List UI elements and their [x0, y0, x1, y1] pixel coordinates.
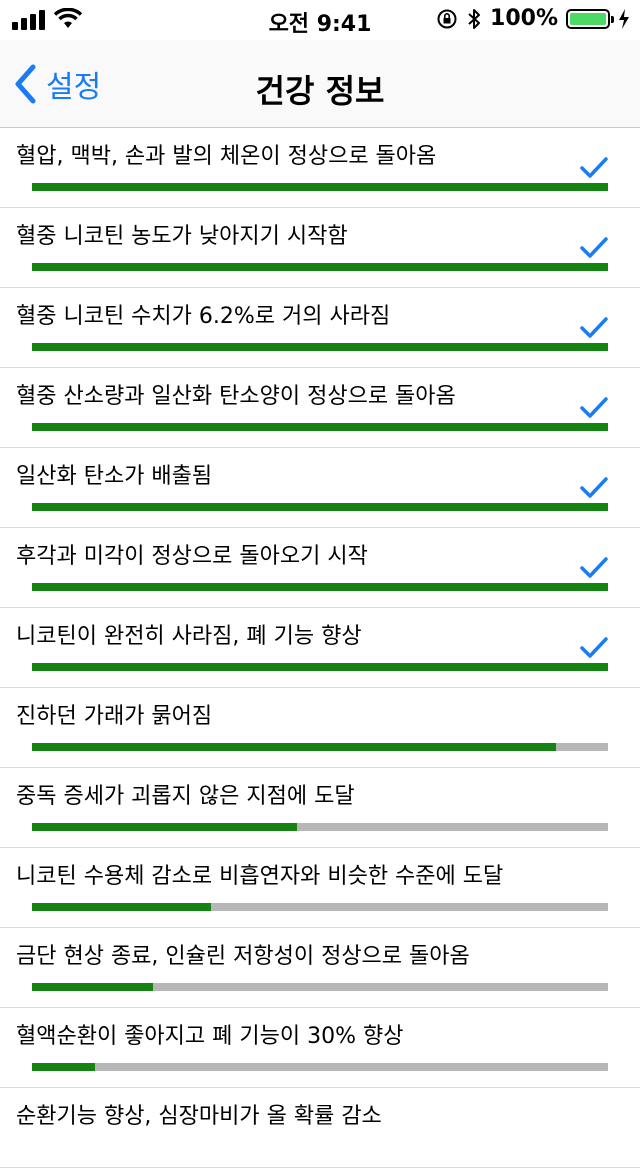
milestone-row: 혈중 산소량과 일산화 탄소양이 정상으로 돌아옴 [0, 368, 640, 448]
charging-icon [619, 8, 629, 29]
progress-fill [32, 183, 608, 191]
progress-fill [32, 983, 153, 991]
milestone-row: 순환기능 향상, 심장마비가 올 확률 감소 [0, 1088, 640, 1168]
milestone-row: 중독 증세가 괴롭지 않은 지점에 도달 [0, 768, 640, 848]
milestone-label: 혈중 니코틴 수치가 6.2%로 거의 사라짐 [16, 304, 391, 329]
orientation-lock-icon [437, 9, 457, 28]
progress-track [32, 823, 608, 831]
progress-fill [32, 663, 608, 671]
milestone-label: 순환기능 향상, 심장마비가 올 확률 감소 [16, 1104, 382, 1129]
battery-icon [566, 8, 614, 29]
checkmark-icon [580, 557, 608, 578]
milestone-label: 혈중 니코틴 농도가 낮아지기 시작함 [16, 224, 348, 249]
milestone-label: 진하던 가래가 묽어짐 [16, 704, 213, 729]
progress-fill [32, 343, 608, 351]
progress-track [32, 663, 608, 671]
status-right: 100% [436, 6, 630, 31]
milestone-row: 니코틴이 완전히 사라짐, 폐 기능 향상 [0, 608, 640, 688]
progress-fill [32, 423, 608, 431]
page-title: 건강 정보 [255, 72, 385, 110]
milestone-label: 중독 증세가 괴롭지 않은 지점에 도달 [16, 784, 355, 809]
progress-fill [32, 743, 557, 751]
battery-level [570, 12, 606, 25]
milestone-label: 일산화 탄소가 배출됨 [16, 464, 213, 489]
milestone-label: 후각과 미각이 정상으로 돌아오기 시작 [16, 544, 368, 569]
progress-track [32, 583, 608, 591]
checkmark-icon [580, 637, 608, 658]
progress-fill [32, 1063, 96, 1071]
milestone-row: 금단 현상 종료, 인슐린 저항성이 정상으로 돌아옴 [0, 928, 640, 1008]
checkmark-icon [580, 237, 608, 258]
progress-fill [32, 263, 608, 271]
navigation-bar: 설정 건강 정보 [0, 40, 640, 128]
milestone-label: 혈압, 맥박, 손과 발의 체온이 정상으로 돌아옴 [16, 144, 437, 169]
milestone-label: 니코틴이 완전히 사라짐, 폐 기능 향상 [16, 624, 362, 649]
progress-fill [32, 503, 608, 511]
progress-track [32, 263, 608, 271]
progress-track [32, 1063, 608, 1071]
checkmark-icon [580, 157, 608, 178]
checkmark-icon [580, 317, 608, 338]
milestone-list: 혈압, 맥박, 손과 발의 체온이 정상으로 돌아옴혈중 니코틴 농도가 낮아지… [0, 128, 640, 1168]
progress-track [32, 903, 608, 911]
milestone-row: 후각과 미각이 정상으로 돌아오기 시작 [0, 528, 640, 608]
progress-track [32, 423, 608, 431]
milestone-label: 혈액순환이 좋아지고 폐 기능이 30% 향상 [16, 1024, 404, 1049]
checkmark-icon [580, 397, 608, 418]
milestone-row: 니코틴 수용체 감소로 비흡연자와 비슷한 수준에 도달 [0, 848, 640, 928]
milestone-row: 혈중 니코틴 수치가 6.2%로 거의 사라짐 [0, 288, 640, 368]
bluetooth-icon [468, 8, 481, 29]
progress-track [32, 983, 608, 991]
progress-track [32, 743, 608, 751]
progress-track [32, 183, 608, 191]
battery-percent: 100% [490, 6, 558, 31]
progress-track [32, 343, 608, 351]
status-bar: 오전 9:41 100% [0, 0, 640, 40]
milestone-row: 혈압, 맥박, 손과 발의 체온이 정상으로 돌아옴 [0, 128, 640, 208]
milestone-row: 혈중 니코틴 농도가 낮아지기 시작함 [0, 208, 640, 288]
milestone-label: 혈중 산소량과 일산화 탄소양이 정상으로 돌아옴 [16, 384, 456, 409]
progress-track [32, 503, 608, 511]
milestone-row: 일산화 탄소가 배출됨 [0, 448, 640, 528]
progress-fill [32, 823, 297, 831]
checkmark-icon [580, 477, 608, 498]
progress-fill [32, 903, 211, 911]
milestone-label: 금단 현상 종료, 인슐린 저항성이 정상으로 돌아옴 [16, 944, 470, 969]
milestone-label: 니코틴 수용체 감소로 비흡연자와 비슷한 수준에 도달 [16, 864, 504, 889]
progress-fill [32, 583, 608, 591]
milestone-row: 혈액순환이 좋아지고 폐 기능이 30% 향상 [0, 1008, 640, 1088]
milestone-row: 진하던 가래가 묽어짐 [0, 688, 640, 768]
